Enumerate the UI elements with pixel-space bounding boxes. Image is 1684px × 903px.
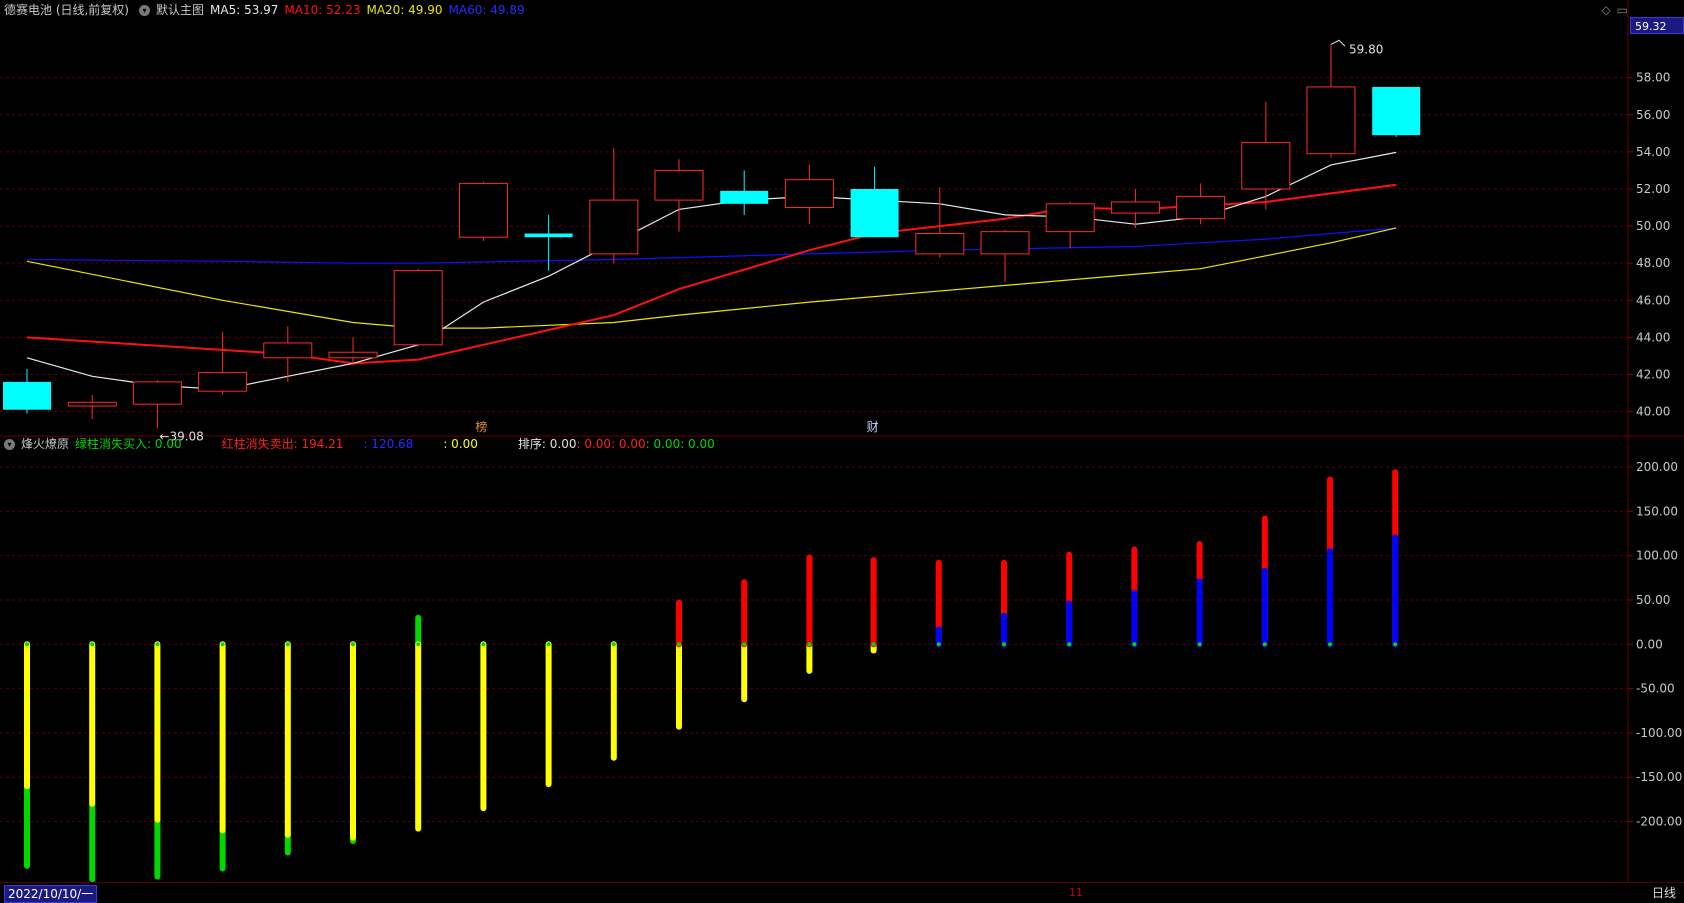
ind-zero-dot xyxy=(871,642,876,647)
candle-body-up xyxy=(198,372,248,392)
ind-tick-label: 0.00 xyxy=(1636,637,1663,651)
ind-tick-label: -50.00 xyxy=(1636,682,1675,696)
candle-body-up xyxy=(1241,142,1291,190)
ind-zero-dot xyxy=(351,642,355,647)
ind-zero-dot xyxy=(481,642,486,647)
ind-tick-label: 200.00 xyxy=(1636,460,1678,474)
main-tick-label: 58.00 xyxy=(1636,71,1670,85)
ind-zero-dot xyxy=(25,642,29,647)
main-tick-label: 48.00 xyxy=(1636,256,1670,270)
ma60-label: MA60: 49.89 xyxy=(448,3,525,17)
ind-zero-dot xyxy=(285,642,290,647)
candle-body-up xyxy=(132,381,182,405)
ma5-label: MA5: 53.97 xyxy=(210,3,279,17)
bottom-bar: 2022/10/10/一 11 日线 xyxy=(0,882,1684,903)
diamond-icon[interactable]: ◇ xyxy=(1601,3,1610,17)
candle-body-up xyxy=(654,169,704,201)
ind-zero-dot xyxy=(1132,642,1137,647)
green-value-label-2: : 0.00 xyxy=(680,437,715,451)
ind-zero-dot xyxy=(1393,642,1398,647)
ind-zero-dot xyxy=(1197,642,1202,647)
main-tick-label: 44.00 xyxy=(1636,330,1670,344)
indicator-name[interactable]: 烽火燎原 xyxy=(21,434,69,454)
ma60-line xyxy=(26,227,1397,264)
candle-body-down xyxy=(850,188,899,238)
ind-zero-dot xyxy=(1262,642,1267,647)
ind-zero-dot xyxy=(155,642,160,647)
main-tick-label: 50.00 xyxy=(1636,219,1670,233)
ma20-label: MA20: 49.90 xyxy=(366,3,443,17)
ind-zero-dot xyxy=(677,642,681,647)
ind-tick-label: 150.00 xyxy=(1636,504,1678,518)
ind-zero-dot xyxy=(90,642,95,647)
cursor-date: 2022/10/10/一 xyxy=(4,885,98,903)
blue-value-label: : 120.68 xyxy=(363,437,414,451)
green-value-label: : 0.00 xyxy=(645,437,681,451)
current-price-tag: 59.32 xyxy=(1630,17,1684,34)
candle-body-down xyxy=(1372,86,1421,136)
candle-body-up xyxy=(784,179,834,209)
cursor-x-label: 11 xyxy=(1069,886,1083,899)
marker-bang: 榜 xyxy=(475,419,487,434)
yellow-value-label: : 0.00 xyxy=(443,437,478,451)
main-tick-label: 40.00 xyxy=(1636,405,1670,419)
high-arrow xyxy=(1330,39,1346,47)
green-buy-label: 绿柱消失买入: 0.00 xyxy=(75,437,182,451)
ind-zero-dot xyxy=(807,642,812,647)
red-sell-label: 红柱消失卖出: 194.21 xyxy=(221,437,344,451)
candle-body-down xyxy=(720,190,769,204)
candle-body-up xyxy=(1306,86,1356,155)
ind-zero-dot xyxy=(220,642,225,647)
high-price-label: 59.80 xyxy=(1349,42,1383,56)
sort-label: 排序: 0.00 xyxy=(517,437,577,451)
ind-tick-label: 50.00 xyxy=(1636,593,1670,607)
candle-body-up xyxy=(328,351,378,359)
ind-zero-dot xyxy=(742,642,747,647)
candle-body-up xyxy=(1045,203,1095,233)
white-value-label: : 0.00 xyxy=(611,437,646,451)
candle-body-up xyxy=(263,342,313,359)
main-tick-label: 42.00 xyxy=(1636,367,1670,381)
template-name[interactable]: 默认主图 xyxy=(156,0,204,20)
candle-body-up xyxy=(589,199,639,255)
ind-tick-label: 100.00 xyxy=(1636,549,1678,563)
candle-body-up xyxy=(393,270,443,346)
candle-body-down xyxy=(524,233,573,238)
ind-tick-label: -200.00 xyxy=(1636,815,1682,829)
ind-zero-dot xyxy=(546,642,551,647)
ind-zero-dot xyxy=(1002,642,1006,647)
ind-zero-dot xyxy=(1328,642,1332,647)
indicator-header: ▾ 烽火燎原 绿柱消失买入: 0.00 红柱消失卖出: 194.21 : 120… xyxy=(0,434,721,454)
main-tick-label: 46.00 xyxy=(1636,293,1670,307)
candle-body-up xyxy=(67,401,117,407)
main-chart-header: 德赛电池 (日线,前复权) ▾ 默认主图 MA5: 53.97 MA10: 52… xyxy=(0,0,531,20)
candle-body-up xyxy=(915,232,965,255)
candle-body-up xyxy=(458,182,508,238)
chevron-down-icon[interactable]: ▾ xyxy=(139,4,150,16)
main-tick-label: 52.00 xyxy=(1636,182,1670,196)
candle-body-down xyxy=(3,381,51,410)
stock-title[interactable]: 德赛电池 (日线,前复权) xyxy=(4,0,129,20)
minimize-icon[interactable]: ▭ xyxy=(1617,3,1628,17)
ma10-label: MA10: 52.23 xyxy=(284,3,361,17)
ind-zero-dot xyxy=(416,642,421,647)
red-value-label: : 0.00 xyxy=(576,437,612,451)
ma5-line xyxy=(26,151,1397,390)
candle-body-up xyxy=(980,231,1030,255)
ind-zero-dot xyxy=(1067,642,1072,647)
chevron-down-icon[interactable]: ▾ xyxy=(4,438,15,450)
marker-cai: 财 xyxy=(867,420,879,434)
ind-tick-label: -100.00 xyxy=(1636,726,1682,740)
candle-body-up xyxy=(1176,195,1226,220)
main-tick-label: 54.00 xyxy=(1636,145,1670,159)
period-selector[interactable]: 日线 xyxy=(1652,885,1676,901)
main-tick-label: 56.00 xyxy=(1636,108,1670,122)
ind-zero-dot xyxy=(936,642,941,647)
ind-tick-label: -150.00 xyxy=(1636,770,1682,784)
candle-body-up xyxy=(1110,201,1160,214)
ind-zero-dot xyxy=(611,642,616,647)
